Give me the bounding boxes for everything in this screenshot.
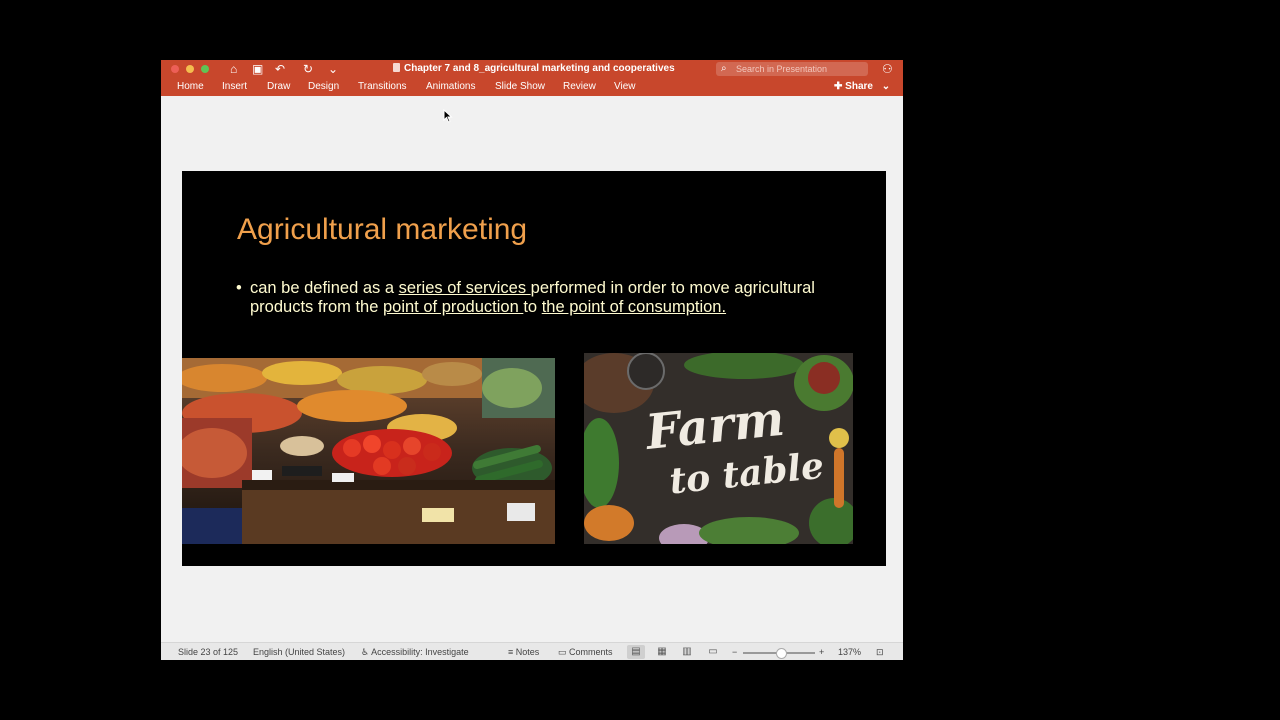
notes-button[interactable]: ≡ Notes — [508, 645, 539, 659]
comments-label: Comments — [569, 647, 613, 657]
slide-indicator: Slide 23 of 125 — [178, 647, 239, 657]
zoom-in-button[interactable]: + — [819, 645, 824, 659]
tab-view[interactable]: View — [614, 80, 636, 94]
underlined-point-of-consumption: the point of consumption. — [541, 298, 727, 316]
language-indicator[interactable]: English (United States) — [253, 645, 345, 659]
status-bar: Slide 23 of 125 English (United States) … — [161, 642, 903, 660]
accessibility-label: Accessibility: Investigate — [371, 647, 469, 657]
zoom-slider-handle[interactable] — [776, 648, 787, 659]
tab-draw[interactable]: Draw — [267, 80, 290, 94]
tab-transitions[interactable]: Transitions — [358, 80, 407, 94]
comments-button[interactable]: ▭ Comments — [558, 645, 613, 659]
document-title: Chapter 7 and 8_agricultural marketing a… — [393, 63, 675, 75]
search-placeholder: Search in Presentation — [736, 64, 828, 74]
collaborate-person-icon[interactable]: ⚇ — [882, 62, 893, 76]
document-icon — [393, 63, 400, 72]
tab-design[interactable]: Design — [308, 80, 339, 94]
search-box[interactable]: ⌕ Search in Presentation — [716, 62, 868, 76]
underlined-series-of-services: series of services — [398, 279, 531, 297]
slide-sorter-view-button[interactable]: ▦ — [653, 645, 671, 659]
fit-to-window-button[interactable]: ⊡ — [876, 645, 884, 659]
zoom-out-button[interactable]: − — [732, 645, 737, 659]
slide-editing-canvas[interactable]: Agricultural marketing • can be defined … — [161, 96, 903, 642]
document-title-text: Chapter 7 and 8_agricultural marketing a… — [404, 63, 675, 74]
chevron-down-icon: ⌄ — [881, 81, 891, 92]
accessibility-button[interactable]: ♿︎ Accessibility: Investigate — [361, 645, 469, 659]
powerpoint-window: ⌂ ▣ ↶ ↻ ⌄ Chapter 7 and 8_agricultural m… — [161, 60, 903, 660]
tab-animations[interactable]: Animations — [426, 80, 475, 94]
tab-slide-show[interactable]: Slide Show — [495, 80, 545, 94]
home-icon[interactable]: ⌂ — [230, 62, 237, 76]
underlined-point-of-production: point of production — [382, 298, 524, 316]
slide-title[interactable]: Agricultural marketing — [237, 213, 527, 247]
search-icon: ⌕ — [721, 63, 727, 74]
redo-icon[interactable]: ↻ — [303, 62, 313, 76]
customize-toolbar-icon[interactable]: ⌄ — [328, 62, 338, 76]
title-bar: ⌂ ▣ ↶ ↻ ⌄ Chapter 7 and 8_agricultural m… — [161, 60, 903, 96]
minimize-window-button[interactable] — [186, 65, 194, 73]
share-button[interactable]: ✚ Share ⌄ — [834, 80, 890, 94]
presenter-view-button[interactable]: ▭ — [704, 645, 722, 659]
tab-review[interactable]: Review — [563, 80, 596, 94]
tab-home[interactable]: Home — [177, 80, 204, 94]
close-window-button[interactable] — [171, 65, 179, 73]
undo-icon[interactable]: ↶ — [275, 62, 285, 76]
ribbon-tabs: Home Insert Draw Design Transitions Anim… — [161, 80, 903, 96]
accessibility-icon: ♿︎ — [361, 647, 370, 657]
save-icon[interactable]: ▣ — [252, 62, 263, 76]
normal-view-button[interactable]: ▤ — [627, 645, 645, 659]
mouse-pointer-icon — [443, 109, 453, 123]
reading-view-button[interactable]: ▥ — [678, 645, 696, 659]
maximize-window-button[interactable] — [201, 65, 209, 73]
zoom-level[interactable]: 137% — [838, 645, 861, 659]
comment-icon: ▭ — [558, 647, 567, 657]
share-label: Share — [845, 81, 873, 92]
notes-icon: ≡ — [508, 647, 514, 657]
farm-to-table-image[interactable]: Farm to table — [584, 353, 853, 544]
produce-market-image[interactable] — [182, 358, 555, 544]
bullet-dot: • — [236, 279, 242, 297]
notes-label: Notes — [515, 647, 540, 657]
bullet-text: can be defined as a series of services p… — [250, 279, 815, 316]
tab-insert[interactable]: Insert — [222, 80, 247, 94]
add-person-icon: ✚ — [834, 81, 843, 92]
slide[interactable]: Agricultural marketing • can be defined … — [182, 171, 886, 566]
